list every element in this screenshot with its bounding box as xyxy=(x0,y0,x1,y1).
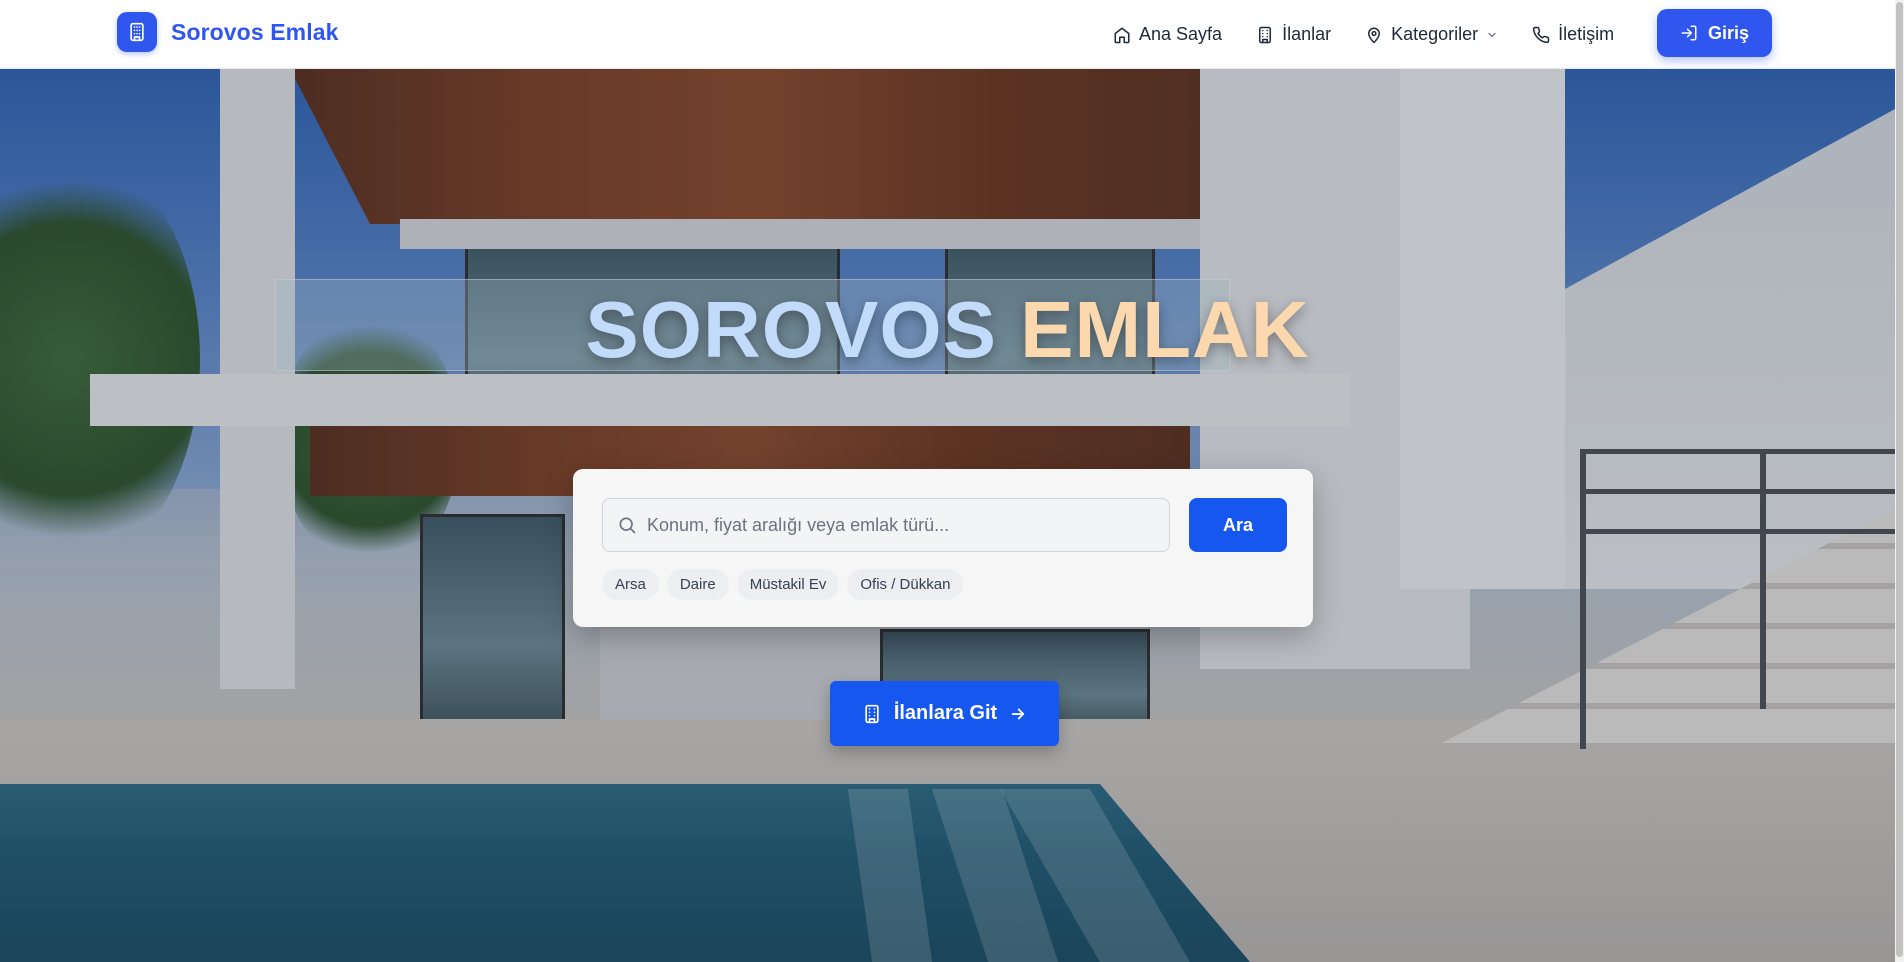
nav-item-contact[interactable]: İletişim xyxy=(1532,24,1614,45)
search-box[interactable] xyxy=(602,498,1170,552)
navbar: Sorovos Emlak Ana Sayfa İlanlar Kategori… xyxy=(0,0,1895,69)
login-icon xyxy=(1681,25,1697,41)
building-icon xyxy=(865,704,879,723)
search-button[interactable]: Ara xyxy=(1189,498,1287,552)
nav-links: Ana Sayfa İlanlar Kategoriler İletişim xyxy=(1113,0,1648,69)
brand-name: Sorovos Emlak xyxy=(171,18,339,45)
hero-title-word-1: SOROVOS xyxy=(585,285,997,374)
login-label: Giriş xyxy=(1707,22,1750,43)
chip-arsa[interactable]: Arsa xyxy=(602,569,659,600)
chip-mustakil-ev[interactable]: Müstakil Ev xyxy=(736,569,840,600)
search-icon xyxy=(619,517,636,534)
nav-item-home[interactable]: Ana Sayfa xyxy=(1113,24,1222,45)
nav-item-label: İlanlar xyxy=(1282,24,1332,44)
nav-item-label: Ana Sayfa xyxy=(1139,24,1223,44)
nav-item-label: Kategoriler xyxy=(1391,24,1479,44)
search-input[interactable] xyxy=(647,514,1147,536)
go-to-listings-button[interactable]: İlanlara Git xyxy=(830,681,1059,746)
page-scrollbar[interactable] xyxy=(1895,0,1904,962)
nav-item-label: İletişim xyxy=(1558,24,1615,44)
building-icon xyxy=(1259,26,1272,43)
hero-title-word-2: EMLAK xyxy=(1020,285,1310,374)
category-chips: Arsa Daire Müstakil Ev Ofis / Dükkan xyxy=(602,569,964,600)
arrow-right-icon xyxy=(1012,708,1025,719)
nav-item-categories[interactable]: Kategoriler xyxy=(1365,24,1498,45)
hero-title: SOROVOS EMLAK xyxy=(0,284,1895,376)
chip-daire[interactable]: Daire xyxy=(666,569,729,600)
home-icon xyxy=(1114,27,1130,43)
brand[interactable]: Sorovos Emlak xyxy=(117,12,338,52)
chip-ofis-dukkan[interactable]: Ofis / Dükkan xyxy=(847,569,964,600)
chevron-down-icon xyxy=(1488,32,1496,37)
building-icon xyxy=(117,12,157,52)
search-card: Ara Arsa Daire Müstakil Ev Ofis / Dükkan xyxy=(573,469,1313,627)
phone-icon xyxy=(1532,26,1550,43)
scrollbar-thumb[interactable] xyxy=(1896,2,1903,957)
login-button[interactable]: Giriş xyxy=(1657,9,1772,57)
map-pin-icon xyxy=(1368,27,1381,43)
cta-label: İlanlara Git xyxy=(893,702,998,724)
nav-item-listings[interactable]: İlanlar xyxy=(1256,24,1331,45)
